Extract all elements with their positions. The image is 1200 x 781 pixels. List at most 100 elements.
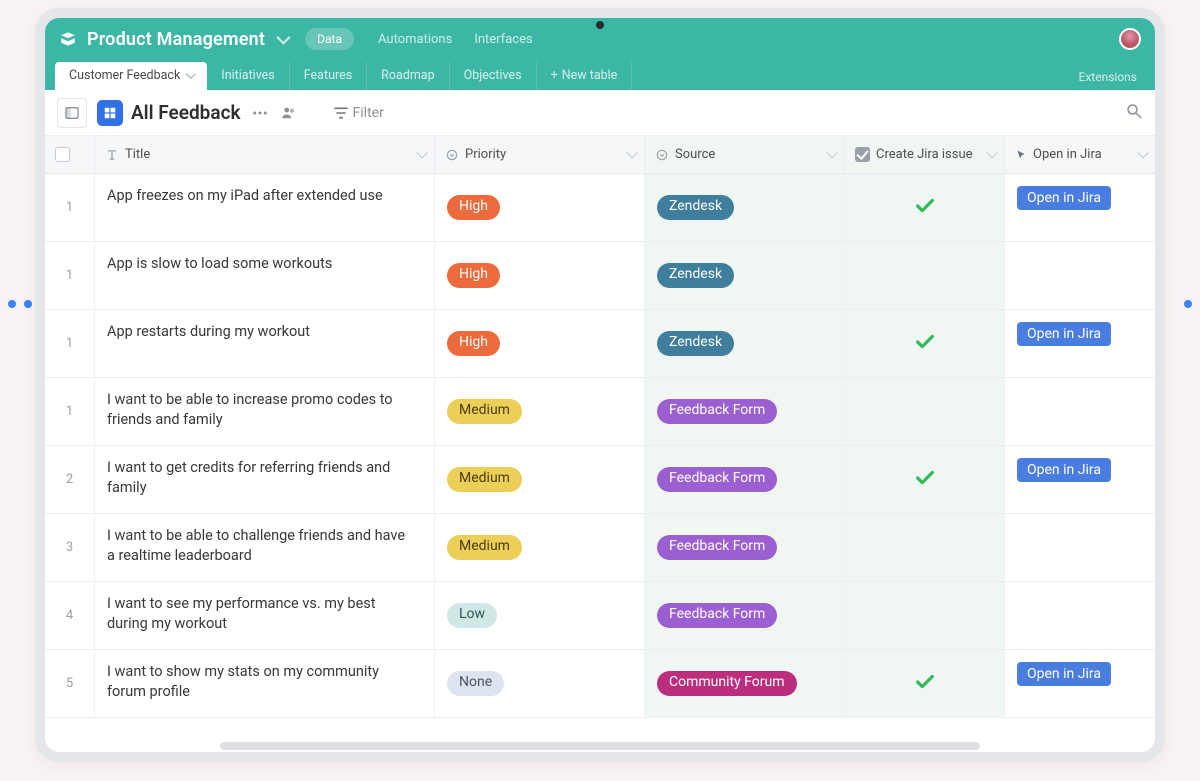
cell-source[interactable]: Zendesk (645, 174, 845, 241)
table-row[interactable]: 3I want to be able to challenge friends … (45, 514, 1155, 582)
toggle-sidebar-button[interactable] (57, 98, 87, 128)
chevron-down-icon[interactable] (416, 147, 427, 158)
column-source[interactable]: Source (645, 136, 845, 173)
table-row[interactable]: 4I want to see my performance vs. my bes… (45, 582, 1155, 650)
chevron-down-icon[interactable] (1137, 147, 1148, 158)
cell-priority[interactable]: Medium (435, 378, 645, 445)
chevron-down-icon[interactable] (626, 147, 637, 158)
search-button[interactable] (1125, 102, 1143, 124)
column-create-jira[interactable]: Create Jira issue (845, 136, 1005, 173)
cell-source[interactable]: Feedback Form (645, 446, 845, 513)
open-in-jira-button[interactable]: Open in Jira (1017, 458, 1111, 482)
cell-create-jira[interactable] (845, 446, 1005, 513)
open-in-jira-button[interactable]: Open in Jira (1017, 662, 1111, 686)
carousel-dot-right (1184, 300, 1192, 308)
filter-button[interactable]: Filter (333, 105, 384, 121)
tab-initiatives[interactable]: Initiatives (207, 62, 289, 90)
cell-open-jira[interactable]: Open in Jira (1005, 174, 1155, 241)
chevron-down-icon[interactable] (186, 69, 196, 79)
table-row[interactable]: 5I want to show my stats on my community… (45, 650, 1155, 718)
table-tabs: Customer Feedback Initiatives Features R… (45, 60, 1155, 90)
column-open-jira[interactable]: Open in Jira (1005, 136, 1155, 173)
cell-open-jira[interactable] (1005, 378, 1155, 445)
new-table-button[interactable]: + New table (537, 62, 633, 90)
cell-priority[interactable]: High (435, 242, 645, 309)
cell-source[interactable]: Community Forum (645, 650, 845, 717)
cell-source[interactable]: Zendesk (645, 242, 845, 309)
cell-priority[interactable]: Low (435, 582, 645, 649)
source-badge: Zendesk (657, 195, 734, 220)
cell-create-jira[interactable] (845, 582, 1005, 649)
cell-source[interactable]: Feedback Form (645, 582, 845, 649)
cell-open-jira[interactable]: Open in Jira (1005, 650, 1155, 717)
cell-create-jira[interactable] (845, 174, 1005, 241)
cell-title[interactable]: App freezes on my iPad after extended us… (95, 174, 435, 241)
tab-roadmap[interactable]: Roadmap (367, 62, 449, 90)
cell-create-jira[interactable] (845, 650, 1005, 717)
cell-title[interactable]: I want to be able to increase promo code… (95, 378, 435, 445)
cell-open-jira[interactable] (1005, 242, 1155, 309)
cell-title[interactable]: App is slow to load some workouts (95, 242, 435, 309)
workspace-title[interactable]: Product Management (87, 29, 265, 50)
cell-source[interactable]: Feedback Form (645, 378, 845, 445)
open-in-jira-button[interactable]: Open in Jira (1017, 186, 1111, 210)
cell-open-jira[interactable]: Open in Jira (1005, 446, 1155, 513)
cell-open-jira[interactable]: Open in Jira (1005, 310, 1155, 377)
source-badge: Zendesk (657, 331, 734, 356)
share-button[interactable] (279, 104, 299, 122)
cell-priority[interactable]: High (435, 310, 645, 377)
cell-priority[interactable]: High (435, 174, 645, 241)
view-options-button[interactable] (251, 104, 269, 122)
cell-open-jira[interactable] (1005, 582, 1155, 649)
view-switcher[interactable]: All Feedback (97, 100, 241, 126)
cell-create-jira[interactable] (845, 310, 1005, 377)
topnav-interfaces[interactable]: Interfaces (474, 32, 532, 47)
tab-objectives[interactable]: Objectives (450, 62, 537, 90)
cell-create-jira[interactable] (845, 242, 1005, 309)
tab-features[interactable]: Features (290, 62, 367, 90)
column-label: Source (675, 147, 715, 162)
checkbox-icon[interactable] (55, 147, 70, 162)
filter-icon (333, 105, 349, 121)
row-index: 1 (45, 242, 95, 309)
select-all-header[interactable] (45, 136, 95, 173)
cell-create-jira[interactable] (845, 378, 1005, 445)
chevron-down-icon[interactable] (986, 147, 997, 158)
table-row[interactable]: 1App restarts during my workoutHighZende… (45, 310, 1155, 378)
cell-priority[interactable]: Medium (435, 446, 645, 513)
cell-open-jira[interactable] (1005, 514, 1155, 581)
column-title[interactable]: Title (95, 136, 435, 173)
cell-title[interactable]: I want to see my performance vs. my best… (95, 582, 435, 649)
column-label: Title (125, 147, 150, 162)
avatar[interactable] (1119, 28, 1141, 50)
table-row[interactable]: 1App is slow to load some workouts High Ze… (45, 242, 1155, 310)
chevron-down-icon[interactable] (276, 31, 290, 45)
view-name: All Feedback (131, 101, 241, 124)
cell-title[interactable]: I want to get credits for referring frie… (95, 446, 435, 513)
table-row[interactable]: 1App freezes on my iPad after extended u… (45, 174, 1155, 242)
table-row[interactable]: 2I want to get credits for referring fri… (45, 446, 1155, 514)
source-badge: Community Forum (657, 671, 797, 696)
topnav-automations[interactable]: Automations (378, 32, 452, 47)
grid-view-icon (97, 100, 123, 126)
open-in-jira-button[interactable]: Open in Jira (1017, 322, 1111, 346)
column-label: Create Jira issue (876, 147, 973, 162)
extensions-link[interactable]: Extensions (1071, 64, 1145, 90)
cell-priority[interactable]: None (435, 650, 645, 717)
cell-title[interactable]: App restarts during my workout (95, 310, 435, 377)
source-badge: Feedback Form (657, 467, 777, 492)
table-row[interactable]: 1I want to be able to increase promo cod… (45, 378, 1155, 446)
table-body: 1App freezes on my iPad after extended u… (45, 174, 1155, 718)
cell-source[interactable]: Zendesk (645, 310, 845, 377)
cell-priority[interactable]: Medium (435, 514, 645, 581)
filter-label: Filter (353, 105, 384, 121)
cell-title[interactable]: I want to show my stats on my community … (95, 650, 435, 717)
cell-source[interactable]: Feedback Form (645, 514, 845, 581)
tab-customer-feedback[interactable]: Customer Feedback (55, 62, 207, 90)
priority-badge: High (447, 263, 500, 288)
cell-create-jira[interactable] (845, 514, 1005, 581)
cell-title[interactable]: I want to be able to challenge friends a… (95, 514, 435, 581)
topnav-data[interactable]: Data (305, 28, 354, 50)
chevron-down-icon[interactable] (826, 147, 837, 158)
column-priority[interactable]: Priority (435, 136, 645, 173)
